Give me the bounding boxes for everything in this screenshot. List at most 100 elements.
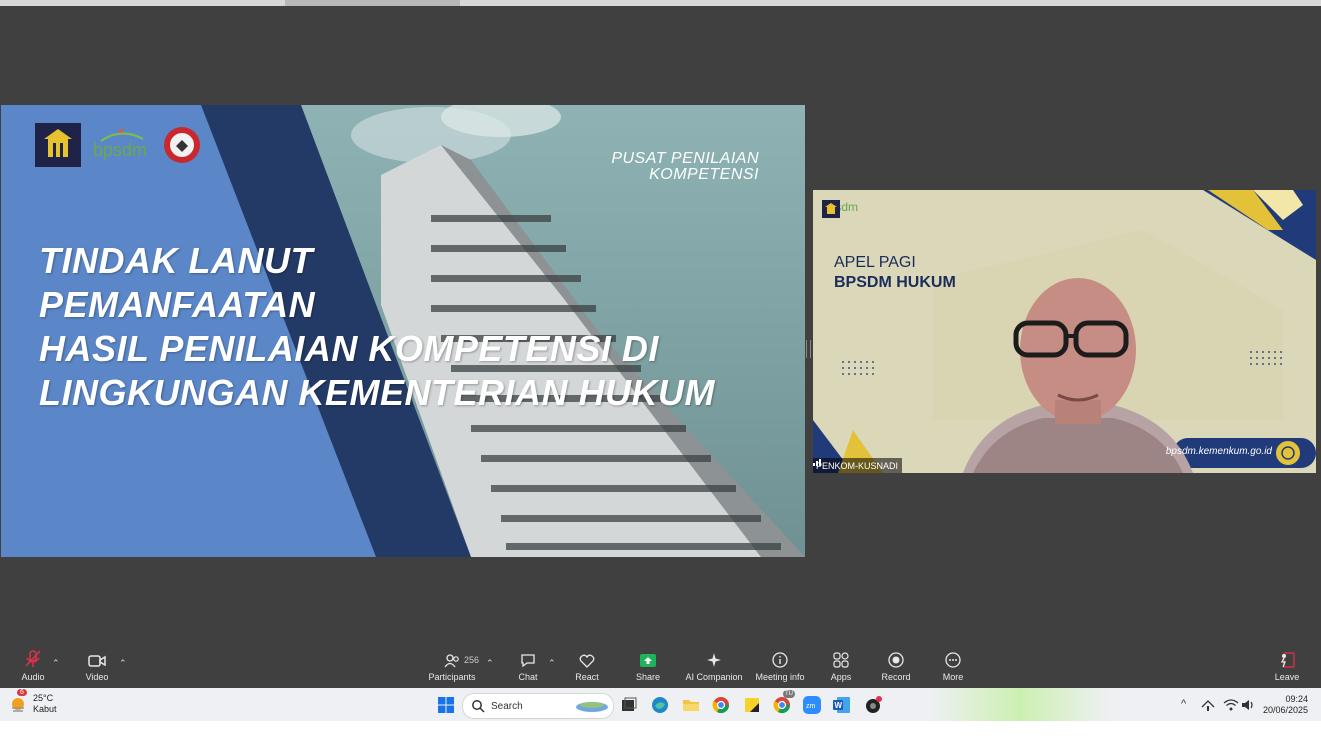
video-background [813, 190, 1316, 473]
more-dots-icon [945, 652, 961, 668]
participants-button[interactable]: Participants [428, 646, 476, 688]
bpsdm-logo: bpsdm [93, 129, 147, 160]
windows-start-icon[interactable] [436, 695, 456, 715]
apps-button[interactable]: Apps [828, 646, 854, 688]
ai-companion-button[interactable]: AI Companion [685, 646, 743, 688]
ai-companion-label: AI Companion [685, 672, 743, 682]
file-explorer-icon[interactable] [681, 695, 701, 715]
info-icon [772, 652, 788, 668]
weather-badge: 6 [17, 689, 27, 696]
meeting-toolbar: Audio ⌃ Video ⌃ Participants 256 ⌃ Chat … [0, 646, 1321, 688]
zoom-app-icon[interactable]: zm [802, 695, 822, 715]
chat-bubble-icon [521, 654, 535, 668]
leave-door-icon [1280, 652, 1295, 668]
video-camera-icon [88, 655, 106, 667]
record-label: Record [881, 672, 911, 682]
wifi-icon[interactable] [1223, 697, 1239, 713]
svg-text:W: W [835, 701, 843, 710]
share-button[interactable]: Share [634, 646, 662, 688]
signal-strength-icon [813, 459, 821, 466]
weather-temperature: 25°C [33, 693, 54, 703]
task-view-icon[interactable] [619, 695, 639, 715]
apel-pagi-line2: BPSDM HUKUM [834, 274, 956, 291]
leave-label: Leave [1274, 672, 1300, 682]
chrome-profile-icon [773, 697, 791, 714]
slide-title-line: LINGKUNGAN KEMENTERIAN HUKUM [39, 372, 715, 413]
chat-options-chevron-icon[interactable]: ⌃ [548, 658, 556, 669]
share-label: Share [635, 672, 661, 682]
participants-icon [444, 654, 459, 668]
slide-title-line: PEMANFAATAN [39, 284, 316, 325]
weather-condition: Kabut [33, 704, 57, 714]
more-button[interactable]: More [940, 646, 966, 688]
media-app-icon[interactable] [863, 695, 883, 715]
slide-header: PUSAT PENILAIAN KOMPETENSI [611, 151, 759, 183]
clock-time: 09:24 [1285, 694, 1308, 704]
taskbar-clock[interactable]: 09:24 20/06/2025 [1263, 694, 1308, 716]
windows-taskbar: 6 25°C Kabut Search TU zm W ^ 09:24 20/0… [0, 688, 1321, 721]
volume-icon[interactable] [1240, 697, 1256, 713]
apps-label: Apps [830, 672, 852, 682]
kemenkum-logo-small [822, 200, 840, 218]
search-placeholder: Search [491, 700, 523, 712]
network-status-icon[interactable] [1200, 697, 1216, 713]
meeting-info-button[interactable]: Meeting info [754, 646, 806, 688]
participants-count: 256 [464, 655, 480, 665]
screen-bottom-edge [0, 721, 1321, 743]
chrome-profile-app[interactable]: TU [772, 690, 795, 715]
chrome-profile-badge: TU [783, 690, 795, 698]
show-hidden-icons-chevron-icon[interactable]: ^ [1181, 698, 1186, 710]
speaker-video-tile[interactable]: bpsdm APEL PAGI BPSDM HUKUM bpsdm.kemenk… [813, 190, 1316, 473]
share-screen-icon [640, 654, 656, 667]
word-icon[interactable]: W [832, 695, 852, 715]
record-button[interactable]: Record [880, 646, 912, 688]
chrome-icon[interactable] [711, 695, 731, 715]
edge-browser-icon[interactable] [650, 695, 670, 715]
react-label: React [575, 672, 599, 682]
website-url: bpsdm.kemenkum.go.id [1165, 446, 1272, 457]
search-icon [472, 700, 485, 713]
audio-options-chevron-icon[interactable]: ⌃ [52, 658, 60, 669]
taskbar-search[interactable]: Search [462, 693, 614, 719]
search-highlight-icon [576, 702, 608, 712]
clock-date: 20/06/2025 [1262, 705, 1308, 715]
video-label: Video [85, 672, 109, 682]
slide-title-line: TINDAK LANUT [39, 240, 313, 281]
svg-text:bpsdm: bpsdm [93, 140, 147, 160]
kemenkum-logo [35, 123, 81, 167]
audio-label: Audio [21, 672, 45, 682]
chat-button[interactable]: Chat [516, 646, 540, 688]
meeting-info-label: Meeting info [755, 672, 805, 682]
audio-button[interactable]: Audio [18, 646, 48, 688]
heart-icon [579, 654, 595, 668]
record-icon [888, 652, 904, 668]
emblem-logo [164, 127, 200, 163]
weather-widget[interactable]: 6 25°C Kabut [9, 689, 57, 715]
chat-label: Chat [518, 672, 538, 682]
react-button[interactable]: React [574, 646, 600, 688]
participant-name-tag: PENKOM-KUSNADI [813, 458, 903, 473]
microphone-muted-icon [25, 650, 41, 667]
apel-pagi-line1: APEL PAGI [834, 254, 916, 271]
split-resize-handle[interactable] [806, 340, 811, 358]
shared-slide: bpsdm PUSAT PENILAIAN KOMPETENSI TINDAK … [1, 105, 805, 557]
leave-button[interactable]: Leave [1274, 646, 1300, 688]
svg-text:zm: zm [806, 703, 816, 710]
sticky-notes-icon[interactable] [742, 695, 762, 715]
apps-icon [833, 652, 849, 668]
video-options-chevron-icon[interactable]: ⌃ [119, 658, 127, 669]
slide-title-line: HASIL PENILAIAN KOMPETENSI DI [39, 328, 659, 369]
video-logos: bpsdm [822, 200, 858, 218]
participants-options-chevron-icon[interactable]: ⌃ [486, 658, 494, 669]
sparkle-icon [707, 653, 721, 667]
participant-name: PENKOM-KUSNADI [816, 460, 899, 471]
video-button[interactable]: Video [84, 646, 110, 688]
more-label: More [942, 672, 964, 682]
slide-logos: bpsdm [35, 123, 201, 167]
slide-header-line1: PUSAT PENILAIAN [611, 150, 759, 167]
participants-label: Participants [428, 672, 476, 682]
sun-haze-icon [12, 698, 24, 712]
slide-title: TINDAK LANUT PEMANFAATAN HASIL PENILAIAN… [39, 239, 715, 415]
taskbar-glow [930, 688, 1110, 721]
slide-header-line2: KOMPETENSI [649, 166, 759, 183]
